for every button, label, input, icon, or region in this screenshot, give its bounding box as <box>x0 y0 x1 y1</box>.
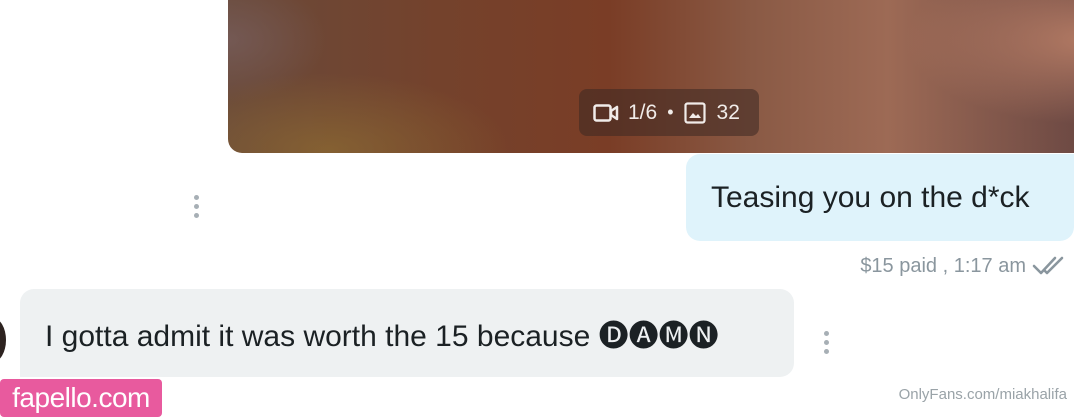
sent-message-meta: $15 paid , 1:17 am <box>860 252 1070 280</box>
received-message-bubble[interactable]: I gotta admit it was worth the 15 becaus… <box>20 289 794 377</box>
sent-message-bubble[interactable]: Teasing you on the d*ck <box>686 154 1074 241</box>
sent-message-price-time: $15 paid , 1:17 am <box>860 254 1026 277</box>
count-separator: • <box>667 102 674 122</box>
avatar[interactable] <box>0 318 6 362</box>
received-message-text: I gotta admit it was worth the 15 becaus… <box>45 320 719 353</box>
media-count-badge: 1/6 • 32 <box>579 89 759 136</box>
double-check-icon <box>1032 255 1070 277</box>
footer-url: OnlyFans.com/miakhalifa <box>898 386 1067 403</box>
media-preview-card[interactable]: 1/6 • 32 <box>228 0 1074 153</box>
image-icon <box>683 101 706 124</box>
video-camera-icon <box>593 103 619 123</box>
video-count: 1/6 <box>628 100 658 124</box>
received-message-options-button[interactable] <box>822 331 830 354</box>
photo-count: 32 <box>716 100 740 124</box>
watermark-logo: fapello.com <box>0 379 162 417</box>
sent-message-options-button[interactable] <box>192 195 200 218</box>
sent-message-text: Teasing you on the d*ck <box>711 180 1030 214</box>
